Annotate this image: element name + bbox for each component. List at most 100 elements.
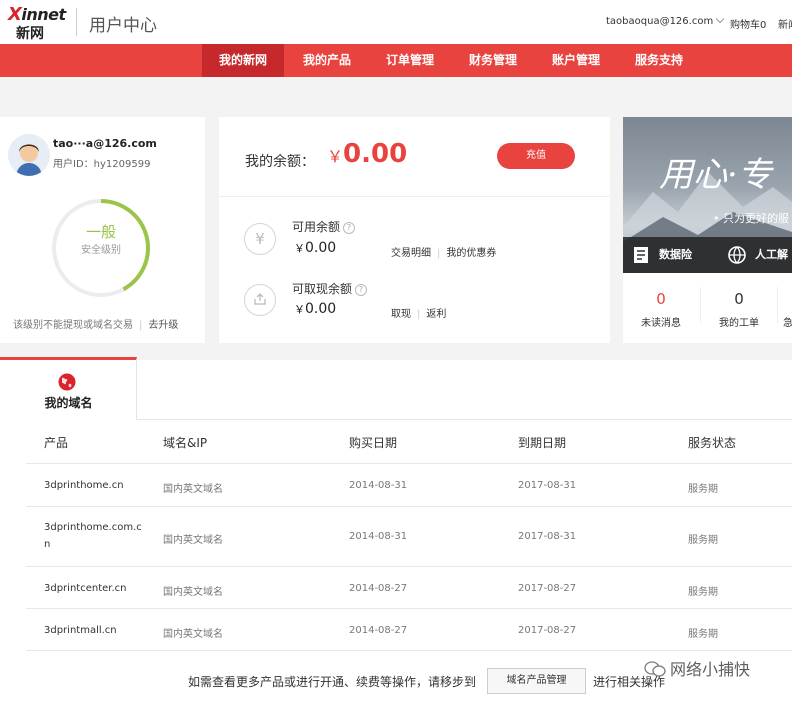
chevron-down-icon <box>715 14 725 24</box>
logo-cn: 新网 <box>16 26 44 42</box>
logo-en: Xinnet <box>8 4 66 25</box>
avatar-icon <box>8 134 50 176</box>
product-cell: 3dprintcenter.cn <box>44 583 127 594</box>
watermark: 网络小捕快 <box>644 656 750 680</box>
section-title: 用户中心 <box>89 16 157 36</box>
expire-date-cell: 2017-08-27 <box>518 625 577 636</box>
row-divider <box>26 506 792 507</box>
help-icon[interactable]: ? <box>355 284 368 296</box>
banner-headline: 用心·专 <box>659 155 772 195</box>
balance-amount: ￥0.00 <box>327 139 408 169</box>
product-cell: 3dprinthome.cn <box>44 480 124 491</box>
tab-label: 我的域名 <box>44 396 93 410</box>
divider <box>219 196 610 197</box>
urgent-label[interactable]: 急 <box>783 314 792 329</box>
nav-my-products[interactable]: 我的产品 <box>288 44 366 77</box>
expire-date-cell: 2017-08-31 <box>518 531 577 542</box>
footer-note: 如需查看更多产品或进行开通、续费等操作，请移步到 <box>188 675 477 689</box>
purchase-date-cell: 2014-08-27 <box>349 583 408 594</box>
banner-tagline: • 只为更好的服 <box>713 212 789 225</box>
domain-manage-button[interactable]: 域名产品管理 <box>487 668 586 694</box>
account-dropdown[interactable]: taobaoqua@126.com <box>606 14 725 27</box>
tab-my-domains[interactable]: 我的域名 <box>0 357 137 420</box>
row-divider <box>26 650 792 651</box>
data-insurance-item[interactable]: 数据险 <box>631 237 692 273</box>
status-cell: 服务期 <box>688 587 718 598</box>
upload-icon <box>244 284 276 316</box>
wechat-icon <box>644 661 666 677</box>
unread-count[interactable]: 0 <box>631 290 691 308</box>
manual-service-item[interactable]: 人工解 <box>727 237 788 273</box>
divider <box>777 287 778 323</box>
balance-card: 我的余额： ￥0.00 充值 ¥ 可用余额? ￥0.00 交易明细 | 我的优惠券 … <box>219 117 610 343</box>
domain-type-cell: 国内英文域名 <box>163 629 223 640</box>
globe-icon <box>58 373 76 391</box>
nav-account[interactable]: 账户管理 <box>537 44 615 77</box>
header: Xinnet 新网 用户中心 taobaoqua@126.com 购物车0 新闻 <box>0 0 792 44</box>
balance-label: 我的余额： <box>245 154 315 170</box>
user-email: tao···a@126.com <box>53 137 157 150</box>
purchase-date-cell: 2014-08-31 <box>349 531 408 542</box>
security-note: 该级别不能提现或域名交易 | 去升级 <box>13 320 179 331</box>
security-label: 安全级别 <box>81 245 121 256</box>
col-purchase-date: 购买日期 <box>349 436 398 450</box>
globe-icon <box>728 246 746 264</box>
row-divider <box>26 608 792 609</box>
nav-orders[interactable]: 订单管理 <box>371 44 449 77</box>
col-domain-ip: 域名&IP <box>163 436 208 450</box>
purchase-date-cell: 2014-08-27 <box>349 625 408 636</box>
withdrawable-label: 可取现余额? <box>292 280 368 297</box>
col-product: 产品 <box>44 436 69 450</box>
user-card: tao···a@126.com 用户ID：hy1209599 一般 安全级别 该… <box>0 117 205 343</box>
main-nav: 我的新网 我的产品 订单管理 财务管理 账户管理 服务支持 <box>0 44 792 77</box>
expire-date-cell: 2017-08-27 <box>518 583 577 594</box>
logo-divider <box>76 8 77 36</box>
cart-link[interactable]: 购物车0 <box>730 16 766 31</box>
security-level: 一般 <box>85 223 116 241</box>
status-cell: 服务期 <box>688 629 718 640</box>
more-link[interactable]: 新闻 <box>778 16 792 31</box>
row-divider <box>26 566 792 567</box>
tab-underline <box>137 419 792 420</box>
domain-type-cell: 国内英文域名 <box>163 535 223 546</box>
row-divider <box>26 463 792 464</box>
coupons-link[interactable]: 我的优惠券 <box>446 248 496 259</box>
rebate-link[interactable]: 返利 <box>426 309 446 320</box>
col-status: 服务状态 <box>688 436 737 450</box>
unread-label[interactable]: 未读消息 <box>631 314 691 329</box>
domain-type-cell: 国内英文域名 <box>163 587 223 598</box>
nav-support[interactable]: 服务支持 <box>620 44 698 77</box>
avatar[interactable] <box>8 134 50 176</box>
transactions-link[interactable]: 交易明细 <box>391 248 431 259</box>
ticket-count[interactable]: 0 <box>709 290 769 308</box>
withdrawable-value: ￥0.00 <box>294 301 337 317</box>
promo-card: 用心·专 • 只为更好的服 数据险 人工解 0 未读消息 0 我的工单 急 <box>623 117 792 343</box>
status-cell: 服务期 <box>688 484 718 495</box>
domain-type-cell: 国内英文域名 <box>163 484 223 495</box>
available-value: ￥0.00 <box>294 240 337 256</box>
status-cell: 服务期 <box>688 535 718 546</box>
document-icon <box>634 247 648 263</box>
divider <box>700 287 701 323</box>
yuan-icon: ¥ <box>244 223 276 255</box>
help-icon[interactable]: ? <box>343 222 356 234</box>
col-expire-date: 到期日期 <box>518 436 567 450</box>
banner-bar: 数据险 人工解 <box>623 237 792 273</box>
product-cell: 3dprintmall.cn <box>44 625 117 636</box>
withdraw-links: 取现 | 返利 <box>391 309 447 320</box>
purchase-date-cell: 2014-08-31 <box>349 480 408 491</box>
expire-date-cell: 2017-08-31 <box>518 480 577 491</box>
upgrade-link[interactable]: 去升级 <box>148 320 178 331</box>
withdraw-link[interactable]: 取现 <box>391 309 411 320</box>
xinnet-logo[interactable]: Xinnet 新网 <box>6 4 70 42</box>
product-cell: 3dprinthome.com.cn <box>44 522 142 550</box>
nav-finance[interactable]: 财务管理 <box>454 44 532 77</box>
user-id: 用户ID：hy1209599 <box>53 159 151 170</box>
recharge-button[interactable]: 充值 <box>497 143 575 169</box>
available-links: 交易明细 | 我的优惠券 <box>391 248 497 259</box>
promo-banner[interactable]: 用心·专 • 只为更好的服 数据险 人工解 <box>623 117 792 273</box>
page-root: Xinnet 新网 用户中心 taobaoqua@126.com 购物车0 新闻… <box>0 0 792 703</box>
available-label: 可用余额? <box>292 218 356 235</box>
nav-my-xinnet[interactable]: 我的新网 <box>202 44 284 77</box>
ticket-label[interactable]: 我的工单 <box>709 314 769 329</box>
